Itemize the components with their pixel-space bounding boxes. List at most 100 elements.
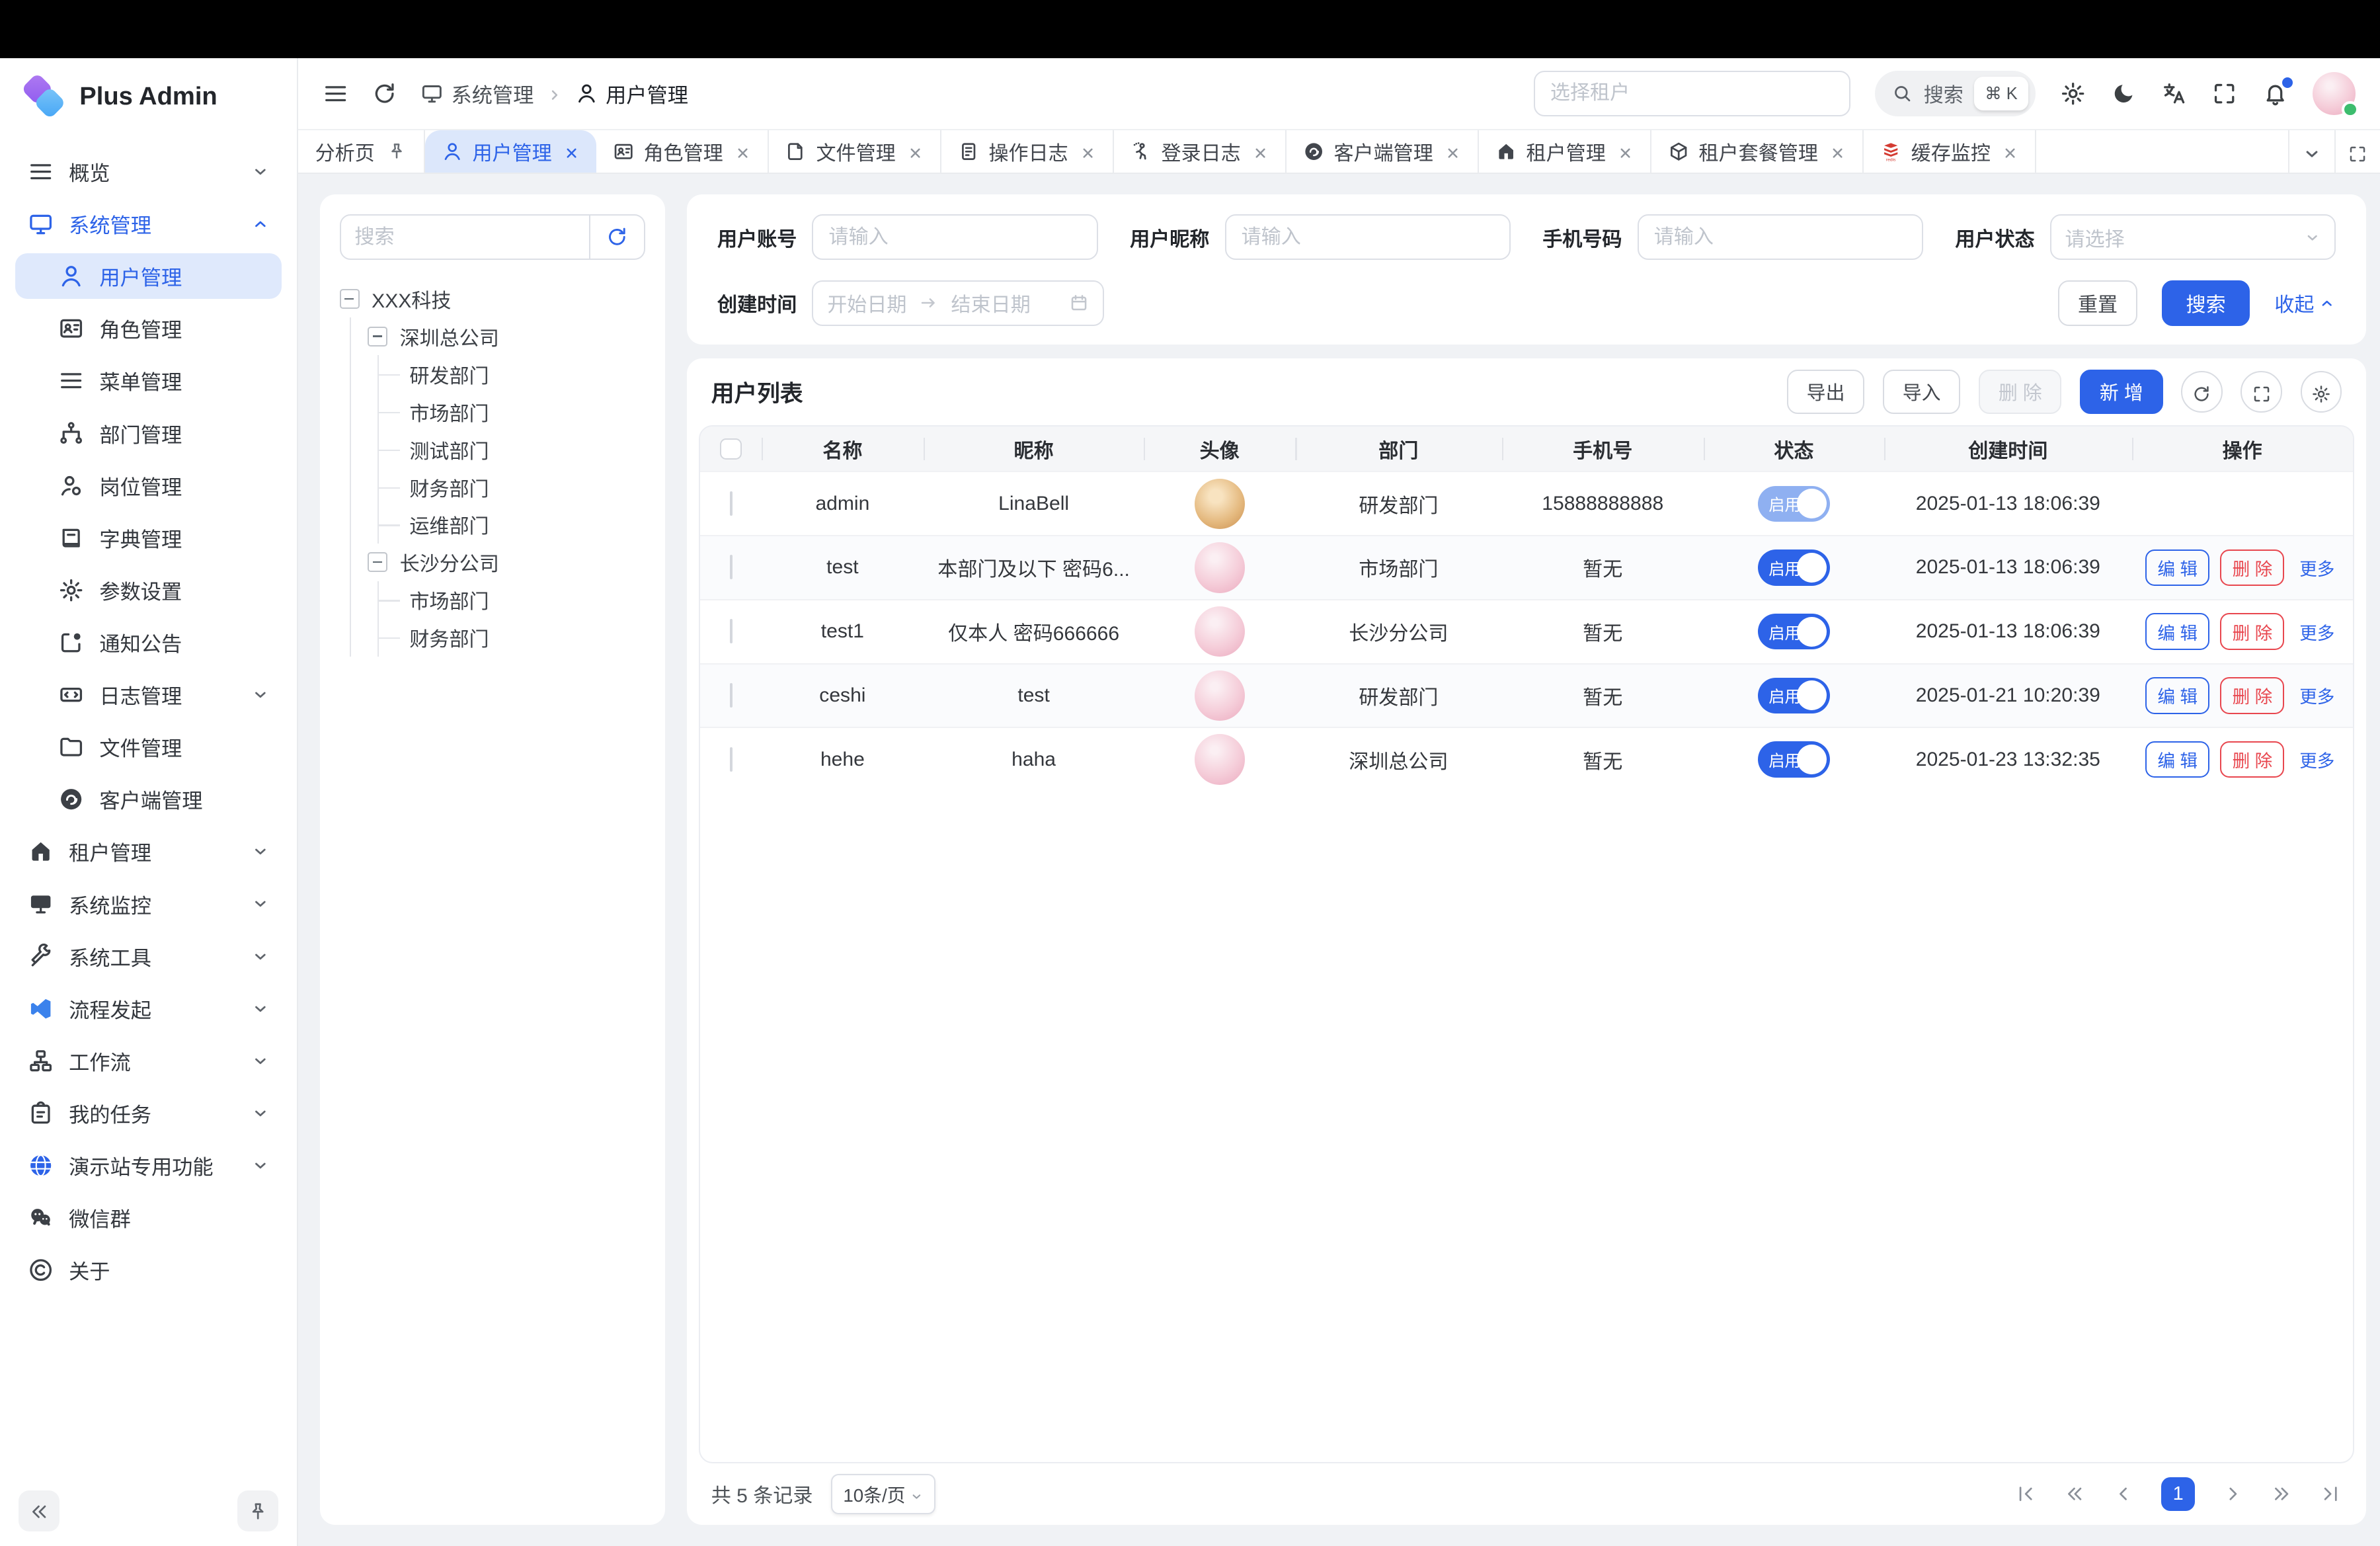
tree-node-XXX科技[interactable]: XXX科技: [340, 280, 646, 318]
tree-refresh-button[interactable]: [590, 214, 645, 260]
close-tab-icon[interactable]: [735, 143, 750, 159]
sidebar-item-参数设置[interactable]: 参数设置: [15, 567, 282, 613]
tree-node-测试部门[interactable]: 测试部门: [379, 430, 645, 468]
status-toggle[interactable]: 启用: [1758, 486, 1830, 522]
sidebar-item-岗位管理[interactable]: 岗位管理: [15, 463, 282, 509]
sidebar-item-文件管理[interactable]: 文件管理: [15, 724, 282, 770]
row-checkbox[interactable]: [730, 619, 733, 643]
close-tab-icon[interactable]: [1445, 143, 1460, 159]
hamburger-menu-icon[interactable]: [323, 81, 348, 106]
column-settings-button[interactable]: [2301, 371, 2342, 412]
sidebar-item-租户管理[interactable]: 租户管理: [15, 829, 282, 874]
tab-角色管理[interactable]: 角色管理: [596, 130, 769, 173]
sidebar-item-流程发起[interactable]: 流程发起: [15, 986, 282, 1032]
tree-collapse-box-icon[interactable]: [368, 327, 387, 346]
tab-操作日志[interactable]: 操作日志: [941, 130, 1114, 173]
tree-node-市场部门[interactable]: 市场部门: [379, 581, 645, 619]
next-5-pages-button[interactable]: [2270, 1483, 2293, 1506]
close-tab-icon[interactable]: [908, 143, 923, 159]
sidebar-item-通知公告[interactable]: 通知公告: [15, 620, 282, 665]
tab-客户端管理[interactable]: 客户端管理: [1287, 130, 1479, 173]
import-button[interactable]: 导入: [1883, 370, 1960, 414]
dark-mode-moon-icon[interactable]: [2111, 81, 2137, 106]
batch-delete-button[interactable]: 删 除: [1979, 370, 2061, 414]
export-button[interactable]: 导出: [1787, 370, 1864, 414]
sidebar-item-系统工具[interactable]: 系统工具: [15, 933, 282, 979]
close-tab-icon[interactable]: [1253, 143, 1268, 159]
delete-button[interactable]: 删 除: [2220, 677, 2284, 714]
sidebar-item-我的任务[interactable]: 我的任务: [15, 1090, 282, 1136]
sidebar-item-工作流[interactable]: 工作流: [15, 1038, 282, 1084]
first-page-button[interactable]: [2014, 1483, 2038, 1506]
fullscreen-icon[interactable]: [2211, 81, 2237, 106]
input-用户账号[interactable]: [812, 214, 1097, 260]
delete-button[interactable]: 删 除: [2220, 741, 2284, 778]
edit-button[interactable]: 编 辑: [2145, 549, 2209, 587]
close-tab-icon[interactable]: [1830, 143, 1845, 159]
delete-button[interactable]: 删 除: [2220, 549, 2284, 587]
tree-collapse-box-icon[interactable]: [368, 552, 387, 572]
status-toggle[interactable]: 启用: [1758, 678, 1830, 713]
content-fullscreen-button[interactable]: [2334, 130, 2380, 173]
sidebar-item-字典管理[interactable]: 字典管理: [15, 515, 282, 561]
input-用户昵称[interactable]: [1225, 214, 1511, 260]
breadcrumb-item-system[interactable]: 系统管理: [420, 79, 534, 108]
select-all-checkbox[interactable]: [720, 438, 741, 460]
status-toggle[interactable]: 启用: [1758, 549, 1830, 585]
sidebar-item-系统监控[interactable]: 系统监控: [15, 881, 282, 926]
edit-button[interactable]: 编 辑: [2145, 613, 2209, 650]
page-size-select[interactable]: 10条/页: [831, 1474, 935, 1514]
input-手机号码[interactable]: [1638, 214, 1923, 260]
reset-button[interactable]: 重置: [2058, 280, 2137, 326]
sidebar-item-部门管理[interactable]: 部门管理: [15, 410, 282, 456]
tree-collapse-box-icon[interactable]: [340, 289, 360, 309]
settings-gear-icon[interactable]: [2060, 81, 2086, 106]
tab-用户管理[interactable]: 用户管理: [425, 130, 596, 173]
tab-分析页[interactable]: 分析页: [298, 130, 425, 173]
row-checkbox[interactable]: [730, 683, 733, 708]
tab-租户套餐管理[interactable]: 租户套餐管理: [1651, 130, 1864, 173]
sidebar-item-关于[interactable]: 关于: [15, 1247, 282, 1293]
edit-button[interactable]: 编 辑: [2145, 741, 2209, 778]
tab-登录日志[interactable]: 登录日志: [1114, 130, 1287, 173]
search-button[interactable]: 搜索: [2162, 280, 2250, 326]
sidebar-item-日志管理[interactable]: 日志管理: [15, 672, 282, 717]
close-tab-icon[interactable]: [1618, 143, 1633, 159]
tenant-select-input[interactable]: [1534, 71, 1850, 116]
row-checkbox[interactable]: [730, 491, 733, 516]
prev-5-pages-button[interactable]: [2063, 1483, 2086, 1506]
tree-node-财务部门[interactable]: 财务部门: [379, 619, 645, 657]
prev-page-button[interactable]: [2112, 1483, 2135, 1506]
refresh-table-button[interactable]: [2181, 371, 2222, 412]
sidebar-item-用户管理[interactable]: 用户管理: [15, 253, 282, 299]
close-tab-icon[interactable]: [564, 143, 579, 159]
sidebar-item-角色管理[interactable]: 角色管理: [15, 305, 282, 351]
tree-node-财务部门[interactable]: 财务部门: [379, 468, 645, 506]
user-avatar[interactable]: [2313, 72, 2356, 115]
status-toggle[interactable]: 启用: [1758, 614, 1830, 649]
tree-node-市场部门[interactable]: 市场部门: [379, 393, 645, 430]
add-user-button[interactable]: 新 增: [2080, 370, 2162, 414]
collapse-filters-link[interactable]: 收起: [2274, 288, 2336, 317]
more-button[interactable]: 更多: [2295, 549, 2339, 587]
row-checkbox[interactable]: [730, 747, 733, 772]
tree-search-input[interactable]: [340, 214, 590, 260]
breadcrumb-item-user[interactable]: 用户管理: [575, 79, 688, 108]
more-button[interactable]: 更多: [2295, 741, 2339, 778]
notifications-button[interactable]: [2262, 81, 2288, 106]
date-range-picker[interactable]: 开始日期 结束日期: [812, 280, 1104, 326]
tab-文件管理[interactable]: 文件管理: [769, 130, 941, 173]
table-fullscreen-button[interactable]: [2241, 371, 2281, 412]
sidebar-item-菜单管理[interactable]: 菜单管理: [15, 358, 282, 403]
sidebar-item-系统管理[interactable]: 系统管理: [15, 201, 282, 247]
edit-button[interactable]: 编 辑: [2145, 677, 2209, 714]
sidebar-item-微信群[interactable]: 微信群: [15, 1195, 282, 1241]
tree-node-长沙分公司[interactable]: 长沙分公司: [351, 544, 646, 581]
refresh-page-icon[interactable]: [372, 81, 397, 106]
close-tab-icon[interactable]: [1080, 143, 1095, 159]
more-button[interactable]: 更多: [2295, 677, 2339, 714]
translate-icon[interactable]: [2161, 81, 2187, 106]
close-tab-icon[interactable]: [2003, 143, 2018, 159]
page-1-button[interactable]: 1: [2161, 1477, 2195, 1511]
sidebar-item-概览[interactable]: 概览: [15, 149, 282, 194]
